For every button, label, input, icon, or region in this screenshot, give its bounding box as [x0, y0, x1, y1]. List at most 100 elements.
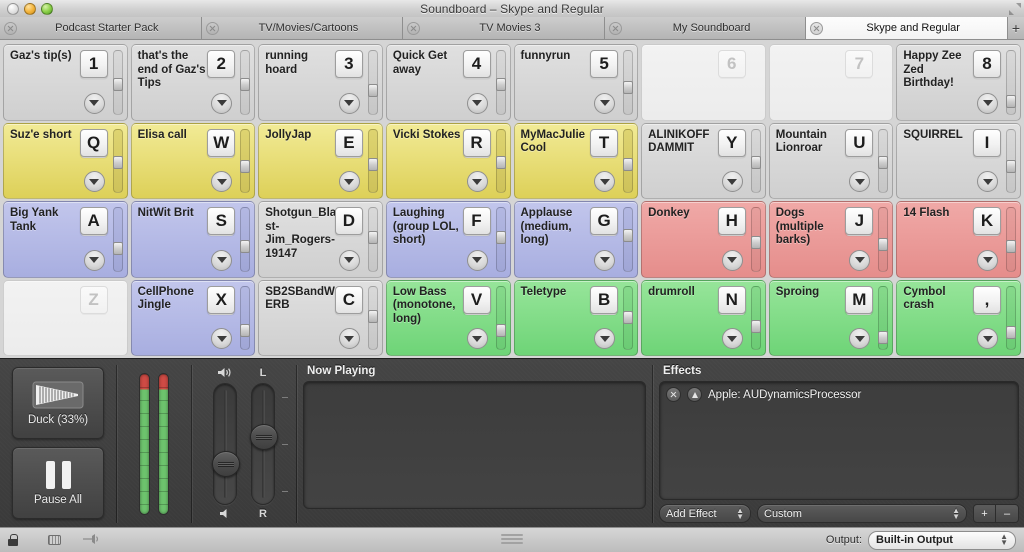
- fader-knob[interactable]: [623, 81, 634, 94]
- sound-cell-hotkey[interactable]: Y: [717, 128, 746, 157]
- sound-cell[interactable]: Mountain Lionroar U: [768, 122, 894, 199]
- tab-1[interactable]: TV/Movies/Cartoons: [201, 17, 404, 39]
- sound-cell-hotkey[interactable]: 4: [462, 50, 491, 78]
- pan-slider-track[interactable]: [250, 383, 278, 505]
- sound-cell-volume-fader[interactable]: [878, 207, 889, 272]
- sound-cell-hotkey[interactable]: A: [79, 207, 108, 235]
- sound-cell-hotkey[interactable]: V: [462, 285, 491, 314]
- sound-cell-hotkey[interactable]: F: [462, 207, 491, 235]
- sound-cell-volume-fader[interactable]: [750, 285, 761, 350]
- fader-knob[interactable]: [112, 156, 123, 169]
- fader-knob[interactable]: [495, 231, 506, 244]
- chevron-down-icon[interactable]: [849, 171, 871, 192]
- sound-cell[interactable]: Applause (medium, long) G: [513, 201, 639, 278]
- sound-cell-hotkey[interactable]: B: [590, 285, 619, 314]
- sound-cell[interactable]: Shotgun_Blast-Jim_Rogers-19147 D: [258, 201, 383, 278]
- chevron-down-icon[interactable]: [977, 249, 998, 271]
- fader-knob[interactable]: [878, 156, 889, 169]
- tab-close-icon[interactable]: [810, 21, 824, 35]
- sound-cell-hotkey[interactable]: S: [207, 207, 236, 235]
- sound-cell-hotkey[interactable]: W: [207, 128, 236, 157]
- effect-open-icon[interactable]: [687, 387, 702, 402]
- chevron-down-icon[interactable]: [721, 249, 743, 271]
- tab-close-icon[interactable]: [608, 21, 622, 35]
- sound-cell[interactable]: ALINIKOFF DAMMIT Y: [641, 122, 766, 199]
- sound-cell-volume-fader[interactable]: [750, 207, 761, 272]
- sound-cell[interactable]: MyMacJulieCool T: [513, 122, 639, 199]
- fader-knob[interactable]: [750, 156, 761, 169]
- chevron-down-icon[interactable]: [977, 328, 998, 349]
- resize-corner-icon[interactable]: [1008, 2, 1022, 16]
- sound-cell-empty[interactable]: Z: [3, 279, 128, 356]
- sound-cell-volume-fader[interactable]: [367, 128, 378, 193]
- fader-knob[interactable]: [878, 330, 889, 344]
- sound-cell-hotkey[interactable]: R: [462, 128, 491, 157]
- chevron-down-icon[interactable]: [466, 249, 488, 271]
- chevron-down-icon[interactable]: [977, 92, 998, 114]
- resize-handle[interactable]: [501, 534, 523, 546]
- sound-cell-hotkey[interactable]: N: [717, 285, 746, 314]
- chevron-down-icon[interactable]: [338, 92, 360, 114]
- chevron-down-icon[interactable]: [977, 171, 998, 192]
- add-effect-dropdown[interactable]: Add Effect ▲ ▼: [659, 504, 751, 523]
- chevron-down-icon[interactable]: [211, 249, 233, 271]
- sound-cell[interactable]: JollyJap E: [258, 122, 383, 199]
- sound-cell-volume-fader[interactable]: [112, 207, 123, 272]
- chevron-down-icon[interactable]: [721, 171, 743, 192]
- fader-knob[interactable]: [367, 157, 378, 171]
- sound-cell[interactable]: Sproing M: [768, 279, 894, 356]
- sound-cell-hotkey[interactable]: 3: [334, 50, 363, 78]
- sound-cell[interactable]: Laughing (group LOL, short) F: [385, 201, 511, 278]
- sound-cell-empty[interactable]: 7: [768, 44, 894, 121]
- sound-cell[interactable]: Donkey H: [641, 201, 766, 278]
- fader-knob[interactable]: [750, 319, 761, 333]
- sound-cell[interactable]: funnyrun 5: [513, 44, 639, 121]
- chevron-down-icon[interactable]: [83, 92, 105, 114]
- chevron-down-icon[interactable]: [83, 249, 105, 271]
- chevron-down-icon[interactable]: [721, 328, 743, 349]
- fader-knob[interactable]: [623, 310, 634, 324]
- sound-cell-hotkey[interactable]: K: [973, 207, 1001, 235]
- fader-knob[interactable]: [1006, 240, 1016, 253]
- sound-cell-volume-fader[interactable]: [495, 128, 506, 193]
- fader-knob[interactable]: [1006, 325, 1016, 339]
- chevron-down-icon[interactable]: [211, 328, 233, 349]
- chevron-down-icon[interactable]: [594, 92, 616, 114]
- sound-cell-volume-fader[interactable]: [623, 285, 634, 350]
- sound-cell-volume-fader[interactable]: [1006, 207, 1016, 272]
- sound-cell-hotkey[interactable]: T: [590, 128, 619, 157]
- sound-cell-empty[interactable]: 6: [641, 44, 766, 121]
- sound-cell-volume-fader[interactable]: [495, 207, 506, 272]
- fader-knob[interactable]: [240, 323, 251, 337]
- effect-row[interactable]: Apple: AUDynamicsProcessor: [666, 387, 1012, 402]
- sound-cell-hotkey[interactable]: 1: [79, 50, 108, 78]
- sound-cell-volume-fader[interactable]: [1006, 285, 1016, 350]
- sound-cell-volume-fader[interactable]: [240, 207, 251, 272]
- pan-slider-knob[interactable]: [250, 424, 278, 451]
- pause-all-button[interactable]: Pause All: [12, 447, 104, 519]
- chevron-down-icon[interactable]: [466, 328, 488, 349]
- sound-cell[interactable]: Quick Get away 4: [385, 44, 511, 121]
- sound-cell[interactable]: SQUIRREL I: [896, 122, 1021, 199]
- grid-view-icon[interactable]: [25, 533, 41, 547]
- duck-button[interactable]: Duck (33%): [12, 367, 104, 439]
- sound-cell-hotkey[interactable]: D: [334, 207, 363, 235]
- fader-knob[interactable]: [878, 238, 889, 251]
- sound-cell-hotkey[interactable]: M: [845, 285, 874, 314]
- sound-cell-hotkey[interactable]: Z: [79, 285, 108, 314]
- sound-cell-volume-fader[interactable]: [750, 128, 761, 193]
- fader-knob[interactable]: [623, 157, 634, 171]
- sound-cell-volume-fader[interactable]: [878, 128, 889, 193]
- chevron-down-icon[interactable]: [466, 171, 488, 192]
- fader-knob[interactable]: [623, 229, 634, 242]
- fader-knob[interactable]: [240, 240, 251, 253]
- sound-cell[interactable]: Elisa call W: [130, 122, 256, 199]
- fader-knob[interactable]: [1006, 95, 1016, 108]
- lock-icon[interactable]: [8, 534, 18, 546]
- sound-cell-hotkey[interactable]: I: [973, 128, 1001, 157]
- add-tab-button[interactable]: +: [1007, 17, 1024, 39]
- sound-cell[interactable]: 14 Flash K: [896, 201, 1021, 278]
- sound-cell[interactable]: Gaz's tip(s) 1: [3, 44, 128, 121]
- sound-cell-hotkey[interactable]: Q: [79, 128, 108, 157]
- sound-cell-volume-fader[interactable]: [623, 50, 634, 115]
